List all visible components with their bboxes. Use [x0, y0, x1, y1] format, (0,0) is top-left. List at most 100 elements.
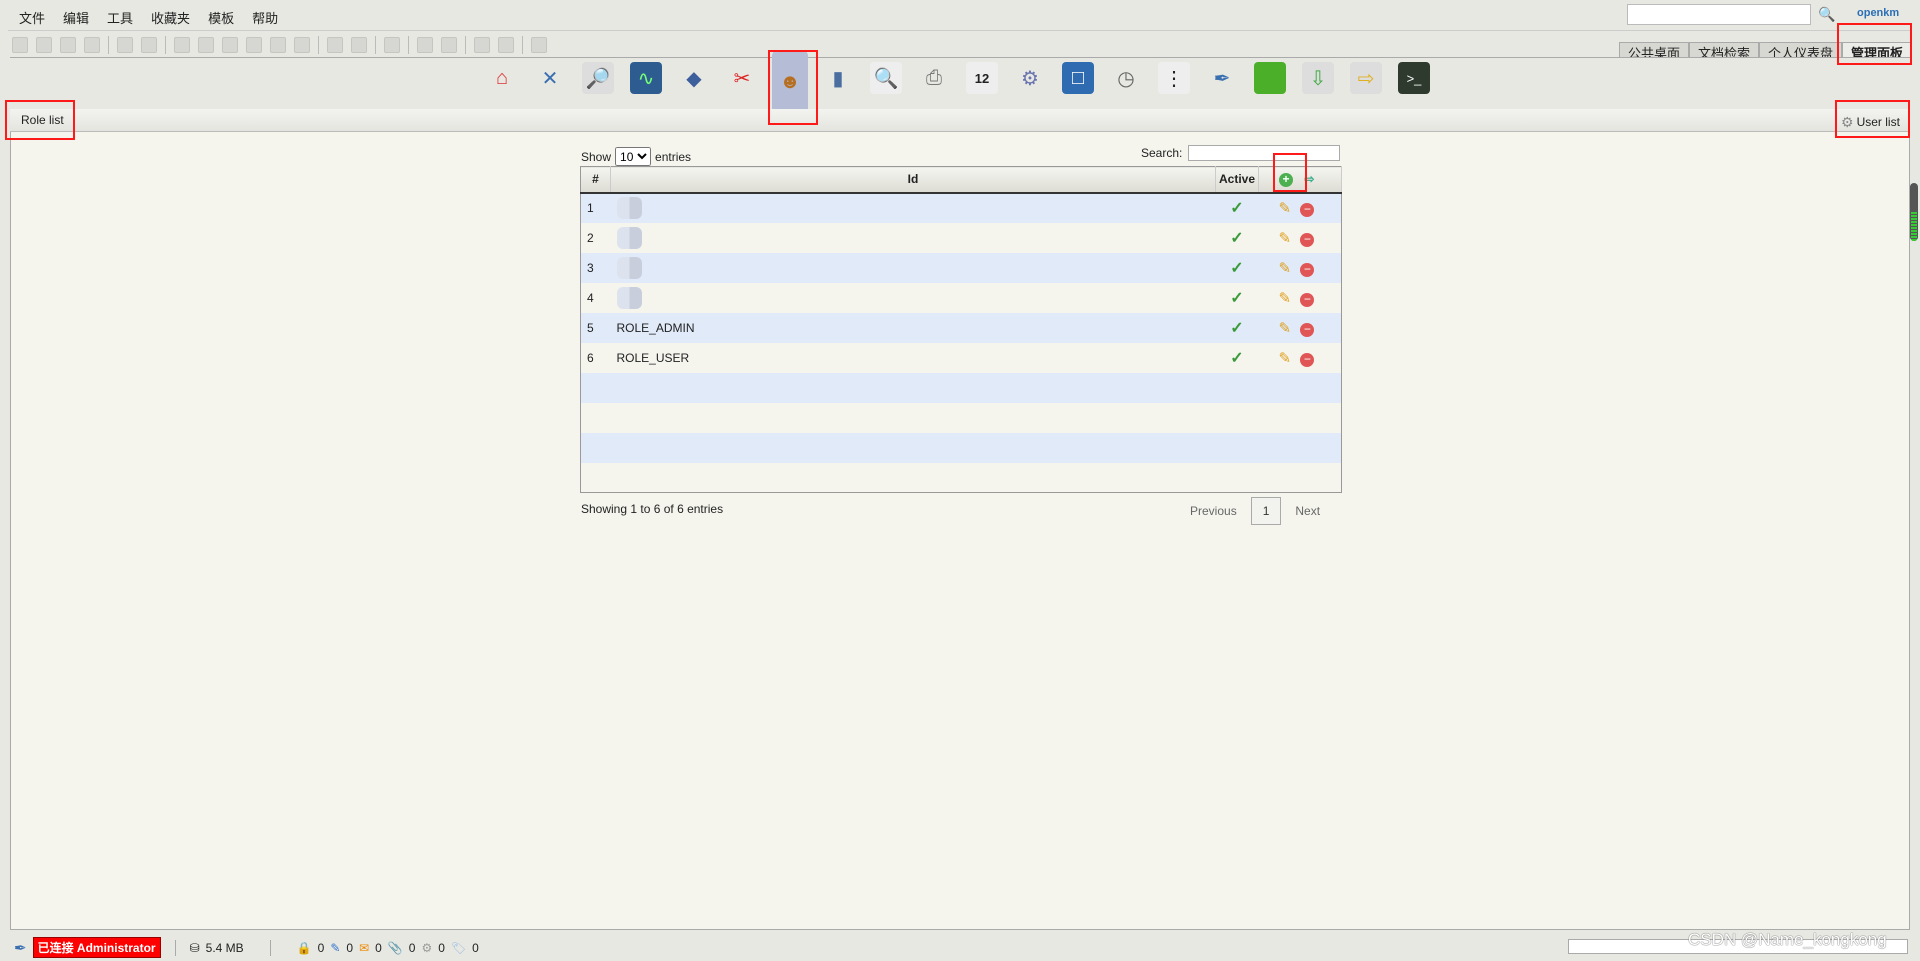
menu-file[interactable]: 文件: [10, 6, 54, 29]
edit-icon[interactable]: ✎: [1279, 350, 1292, 367]
import-icon[interactable]: ⇩: [1302, 62, 1334, 94]
menu-templates[interactable]: 模板: [199, 6, 243, 29]
clock-icon[interactable]: ◷: [1110, 62, 1142, 94]
flag-icon[interactable]: [1254, 62, 1286, 94]
profiles-icon[interactable]: ▮: [822, 62, 854, 94]
delete-icon[interactable]: −: [1300, 322, 1315, 337]
scissors-icon[interactable]: ✂: [726, 62, 758, 94]
preview-icon[interactable]: 🔍: [870, 62, 902, 94]
checkout-icon[interactable]: ✎: [330, 941, 340, 955]
delete-icon[interactable]: −: [1300, 262, 1315, 277]
row-active: ✓: [1215, 222, 1259, 253]
search-doc-icon[interactable]: 🔎: [582, 62, 614, 94]
export-icon[interactable]: ⇨: [1350, 62, 1382, 94]
window-icon[interactable]: □: [1062, 62, 1094, 94]
add-document-icon[interactable]: [198, 37, 214, 53]
role-id: ROLE_ADMIN: [616, 320, 695, 335]
check-icon: ✓: [1230, 319, 1244, 337]
menu-edit[interactable]: 编辑: [54, 6, 98, 29]
split-icon[interactable]: [531, 37, 547, 53]
delete-icon[interactable]: −: [1300, 203, 1315, 217]
column-active[interactable]: Active: [1215, 166, 1259, 194]
row-id: [610, 222, 1216, 253]
next-button[interactable]: Next: [1295, 504, 1320, 518]
edit-icon[interactable]: [222, 37, 238, 53]
redacted-id: [616, 197, 642, 219]
cancel-checkout-icon[interactable]: [270, 37, 286, 53]
attachment-icon[interactable]: 📎: [388, 941, 403, 955]
user-list-button[interactable]: ⚙ User list: [1836, 112, 1900, 132]
search-icon[interactable]: 🔍: [1818, 6, 1835, 23]
breadcrumb-role-list[interactable]: Role list: [21, 113, 64, 127]
empty-row: [580, 372, 1342, 403]
terminal-icon[interactable]: >_: [1398, 62, 1430, 94]
checkin-icon[interactable]: [246, 37, 262, 53]
column-num[interactable]: #: [580, 166, 611, 194]
tools-icon[interactable]: ✕: [534, 62, 566, 94]
menu-tools[interactable]: 工具: [98, 6, 142, 29]
edit-icon[interactable]: ✎: [1279, 320, 1292, 337]
row-id: ROLE_ADMIN: [610, 312, 1216, 343]
admin-icons: ⌂ ✕ 🔎 ∿ ◆ ✂ ☻ ▮ 🔍 ⎙ 12 ⚙ □ ◷ ⋮ ✒ ⇩ ⇨ >_: [486, 50, 1430, 114]
diamond-icon[interactable]: ◆: [678, 62, 710, 94]
breadcrumb-bar: [10, 109, 1910, 132]
check-icon: ✓: [1230, 289, 1244, 307]
download-icon[interactable]: [36, 37, 52, 53]
calendar-icon[interactable]: 12: [966, 62, 998, 94]
edit-icon[interactable]: ✎: [1279, 230, 1292, 247]
refresh-icon[interactable]: [474, 37, 490, 53]
edit-icon[interactable]: ✎: [1279, 260, 1292, 277]
edit-icon[interactable]: ✎: [1279, 290, 1292, 307]
role-id: ROLE_USER: [616, 350, 690, 365]
redacted-id: [616, 256, 642, 279]
find-icon[interactable]: [12, 37, 28, 53]
pen-cup-icon[interactable]: ✒: [1206, 62, 1238, 94]
status-bar: ✒ 已连接 Administrator ⛁ 5.4 MB 🔒 0 ✎ 0 ✉ 0 📎 0…: [14, 937, 479, 958]
page-1-button[interactable]: 1: [1250, 497, 1282, 525]
locked-icon[interactable]: 🔒: [297, 941, 312, 955]
monitor-icon[interactable]: ∿: [630, 62, 662, 94]
row-active: ✓: [1215, 312, 1259, 343]
empty-row: [580, 432, 1342, 463]
menu-help[interactable]: 帮助: [243, 6, 287, 29]
unsubscribe-icon[interactable]: [441, 37, 457, 53]
workflow-icon[interactable]: [384, 37, 400, 53]
home-icon[interactable]: ⌂: [486, 62, 518, 94]
download-pdf-icon[interactable]: [60, 37, 76, 53]
printer-icon[interactable]: ⎙: [918, 62, 950, 94]
add-folder-icon[interactable]: [174, 37, 190, 53]
add-property-icon[interactable]: [327, 37, 343, 53]
table-search: Search:: [1141, 145, 1341, 161]
gear-icon[interactable]: ⚙: [1014, 62, 1046, 94]
check-icon: ✓: [1230, 259, 1244, 277]
delete-icon[interactable]: −: [1300, 352, 1315, 367]
subscribe-icon[interactable]: [417, 37, 433, 53]
print-icon[interactable]: [84, 37, 100, 53]
delete-icon[interactable]: −: [1300, 292, 1315, 307]
edit-icon[interactable]: ✎: [1279, 200, 1292, 217]
users-icon[interactable]: ☻: [772, 50, 808, 114]
delete-icon[interactable]: −: [1300, 232, 1315, 247]
list-icon[interactable]: ⋮: [1158, 62, 1190, 94]
lock-icon[interactable]: [117, 37, 133, 53]
top-search-input[interactable]: [1627, 4, 1811, 25]
check-icon: ✓: [1230, 200, 1244, 217]
delete-icon[interactable]: [294, 37, 310, 53]
row-id: [610, 282, 1216, 313]
menu-bookmarks[interactable]: 收藏夹: [142, 6, 199, 29]
column-id[interactable]: Id: [610, 166, 1216, 194]
previous-button[interactable]: Previous: [1190, 504, 1237, 518]
export-csv-icon[interactable]: ⇨: [1304, 172, 1314, 186]
workflow-icon[interactable]: ⚙: [421, 941, 432, 955]
checkout-count: 0: [346, 940, 354, 955]
remove-property-icon[interactable]: [351, 37, 367, 53]
unlock-icon[interactable]: [141, 37, 157, 53]
tag-icon[interactable]: 🏷: [451, 941, 466, 955]
row-active: ✓: [1215, 282, 1259, 313]
table-search-input[interactable]: [1188, 145, 1341, 161]
add-role-icon[interactable]: +: [1279, 172, 1293, 187]
page-size-select[interactable]: 10: [615, 147, 652, 166]
mail-icon[interactable]: ✉: [359, 941, 369, 955]
table-row: 3 ✓ ✎ −: [580, 252, 1342, 283]
home-icon[interactable]: [498, 37, 514, 53]
